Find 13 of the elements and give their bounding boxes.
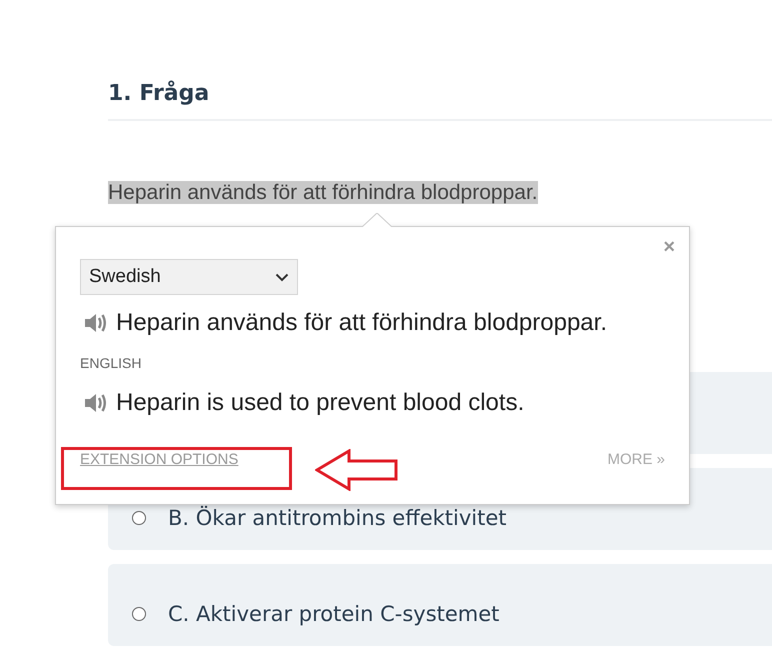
speaker-icon[interactable]	[84, 312, 108, 334]
source-text: Heparin används för att förhindra blodproppar.	[116, 309, 607, 337]
language-select[interactable]: Swedish	[80, 259, 298, 295]
speaker-icon[interactable]	[84, 392, 108, 414]
arrow-icon	[315, 449, 399, 491]
radio-button[interactable]	[132, 511, 146, 525]
target-language-label: ENGLISH	[80, 355, 142, 371]
chevron-down-icon	[275, 272, 289, 282]
translation-text: Heparin is used to prevent blood clots.	[116, 389, 524, 417]
radio-button[interactable]	[132, 607, 146, 621]
question-title: 1. Fråga	[108, 80, 210, 108]
question-text: Heparin används för att förhindra blodproppar.	[108, 181, 538, 204]
answer-option[interactable]: C. Aktiverar protein C-systemet	[108, 564, 772, 646]
